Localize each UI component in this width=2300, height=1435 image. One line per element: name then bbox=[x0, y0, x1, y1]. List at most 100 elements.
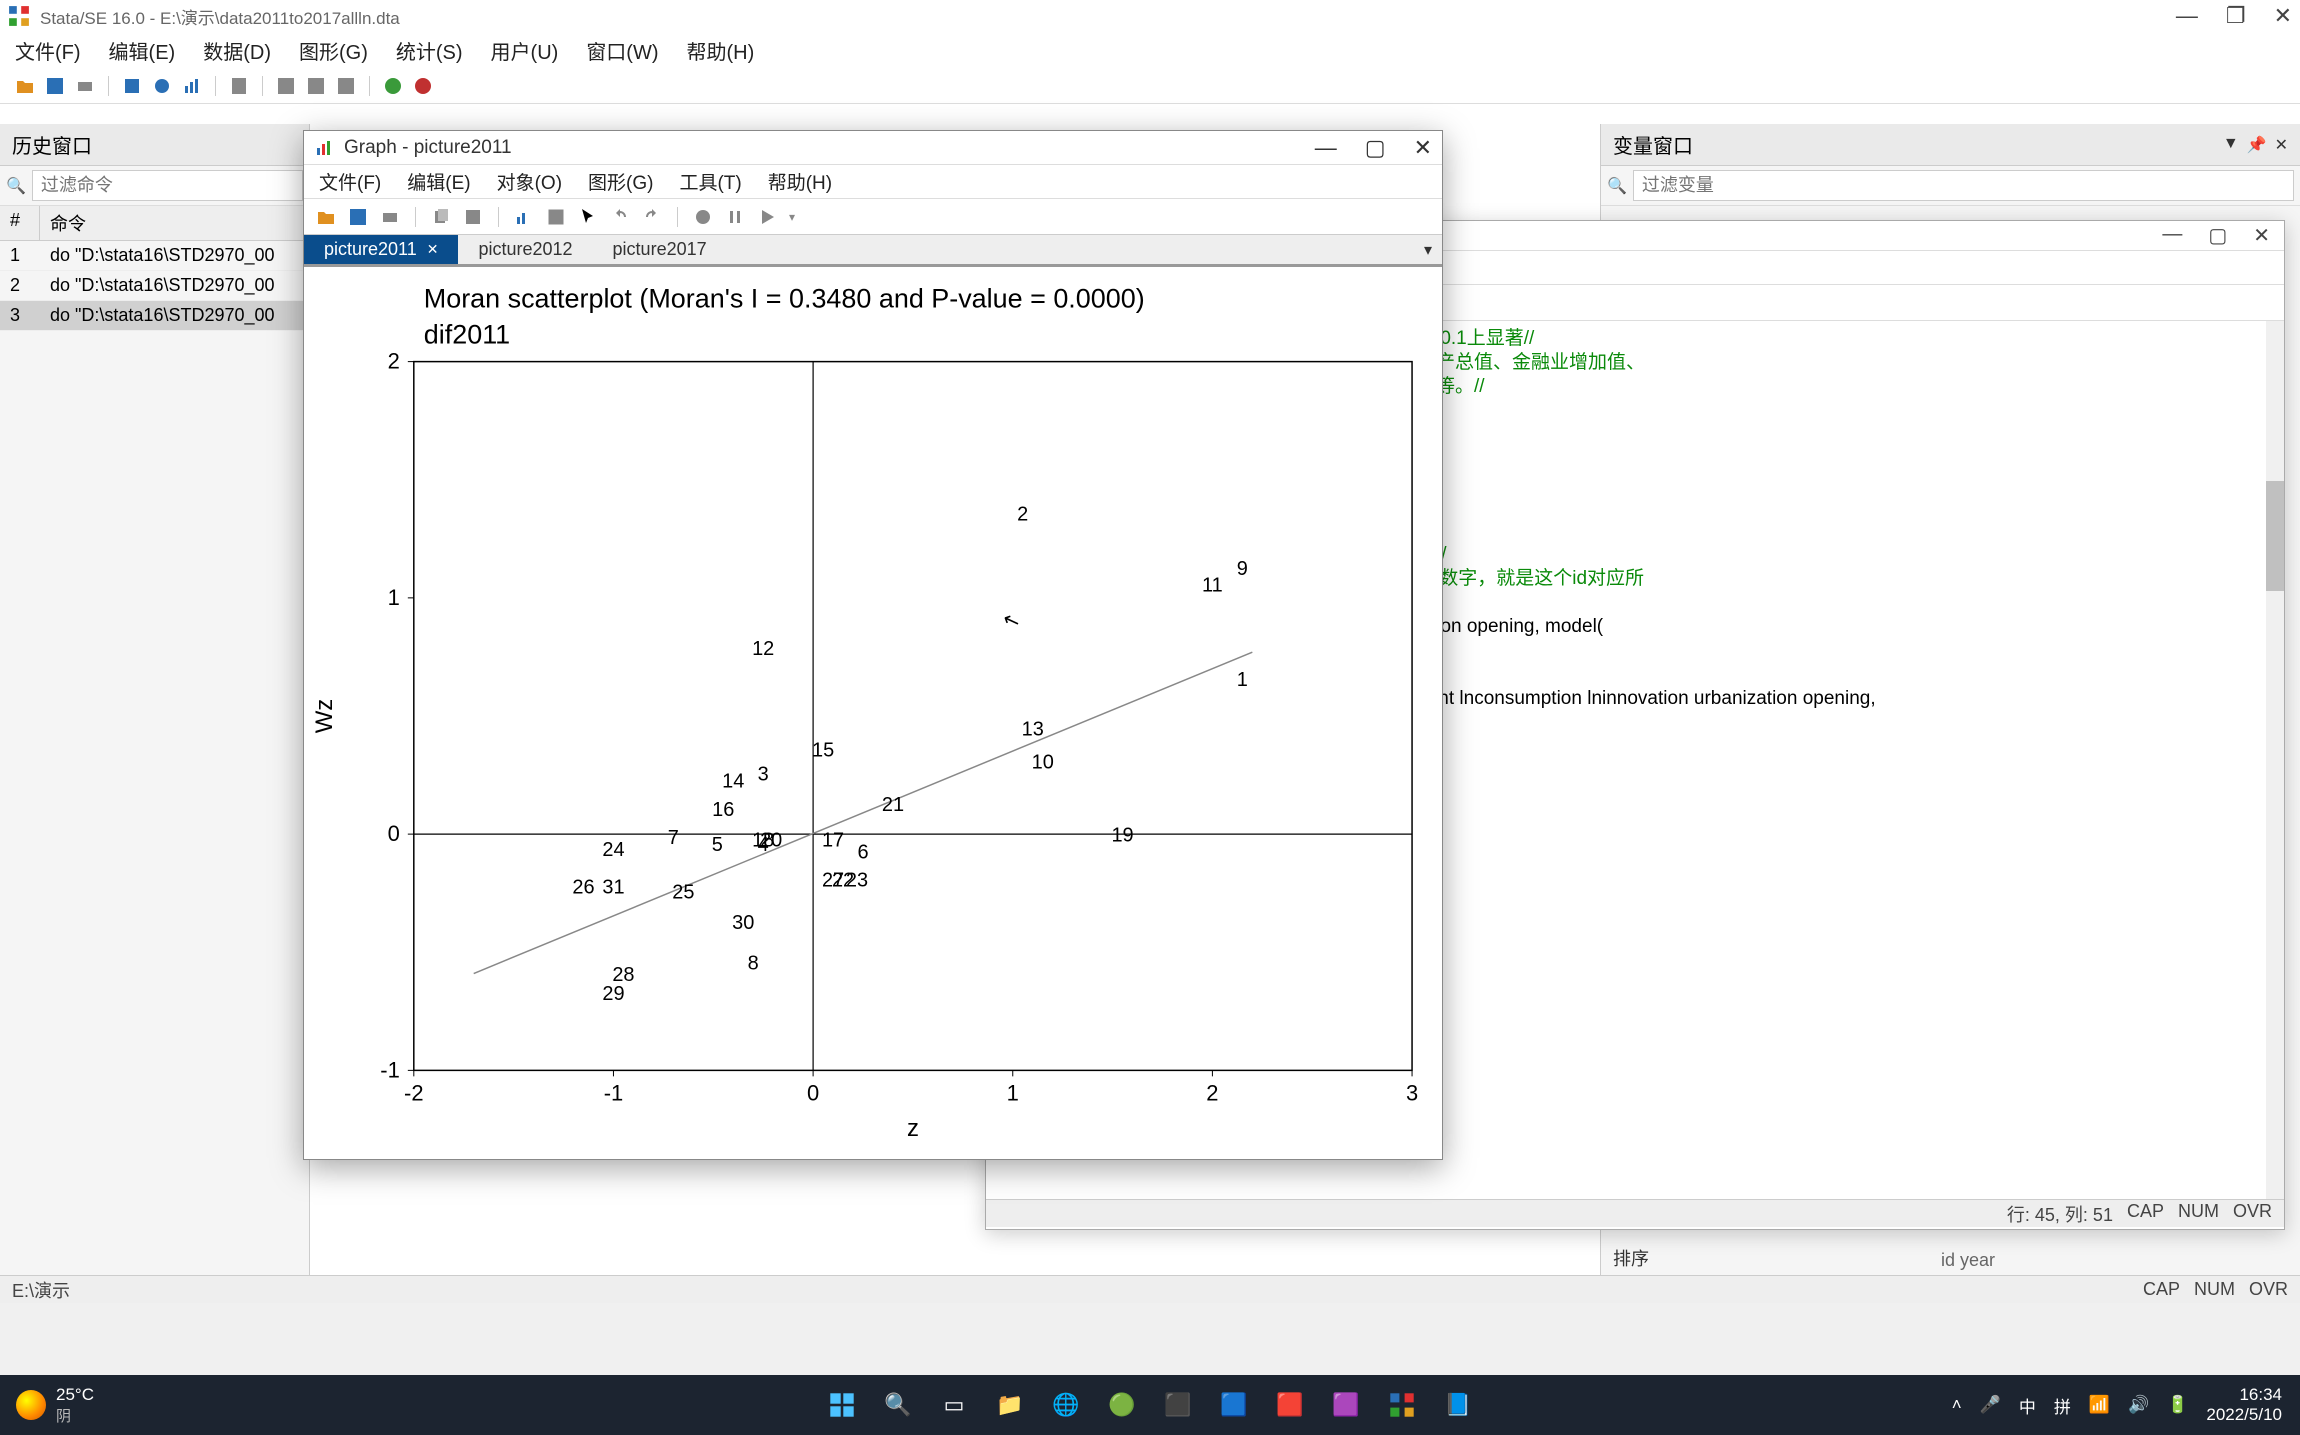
fit-line bbox=[474, 652, 1253, 973]
tray-battery-icon[interactable]: 🔋 bbox=[2167, 1395, 2188, 1415]
task-view-button[interactable]: ▭ bbox=[933, 1384, 975, 1426]
close-button[interactable]: ✕ bbox=[2274, 3, 2292, 29]
menu-file[interactable]: 文件(F) bbox=[15, 36, 81, 65]
status-ovr: OVR bbox=[2233, 1201, 2272, 1227]
data-editor-icon[interactable] bbox=[276, 76, 296, 96]
stata-taskbar-button[interactable] bbox=[1381, 1384, 1423, 1426]
xtick-label: 2 bbox=[1206, 1080, 1218, 1105]
pause-icon[interactable] bbox=[725, 207, 745, 227]
pointer-icon[interactable] bbox=[578, 207, 598, 227]
tabs-dropdown-icon[interactable]: ▾ bbox=[1414, 235, 1442, 264]
variables-manager-icon[interactable] bbox=[336, 76, 356, 96]
log-icon[interactable] bbox=[122, 76, 142, 96]
history-row[interactable]: 3do "D:\stata16\STD2970_00 bbox=[0, 301, 309, 331]
maximize-button[interactable]: ▢ bbox=[2208, 223, 2227, 248]
redo-icon[interactable] bbox=[642, 207, 662, 227]
dofile-scrollbar[interactable] bbox=[2266, 321, 2284, 1199]
tray-network-icon[interactable]: 📶 bbox=[2089, 1395, 2110, 1415]
rename-icon[interactable] bbox=[463, 207, 483, 227]
stata-titlebar[interactable]: Stata/SE 16.0 - E:\演示\data2011to2017alll… bbox=[0, 0, 2300, 32]
tab-picture2012[interactable]: picture2012 bbox=[458, 235, 592, 264]
search-icon: 🔍 bbox=[1607, 176, 1627, 196]
menu-window[interactable]: 窗口(W) bbox=[586, 36, 658, 65]
print-icon[interactable] bbox=[380, 207, 400, 227]
close-button[interactable]: ✕ bbox=[1414, 135, 1432, 161]
pin-icon[interactable]: 📌 bbox=[2247, 135, 2267, 155]
history-row[interactable]: 1do "D:\stata16\STD2970_00 bbox=[0, 241, 309, 271]
menu-help[interactable]: 帮助(H) bbox=[687, 36, 755, 65]
play-icon[interactable] bbox=[757, 207, 777, 227]
app-button-3[interactable]: 🟦 bbox=[1213, 1384, 1255, 1426]
data-point-label: 25 bbox=[672, 881, 694, 903]
app-button-1[interactable]: 🟢 bbox=[1101, 1384, 1143, 1426]
xtick-label: 3 bbox=[1406, 1080, 1418, 1105]
copy-icon[interactable] bbox=[431, 207, 451, 227]
menu-graphics[interactable]: 图形(G) bbox=[588, 168, 653, 195]
undo-icon[interactable] bbox=[610, 207, 630, 227]
history-row[interactable]: 2do "D:\stata16\STD2970_00 bbox=[0, 271, 309, 301]
close-pane-icon[interactable]: ✕ bbox=[2275, 135, 2288, 155]
minimize-button[interactable]: ― bbox=[2176, 3, 2198, 29]
save-icon[interactable] bbox=[45, 76, 65, 96]
menu-tools[interactable]: 工具(T) bbox=[679, 168, 741, 195]
menu-edit[interactable]: 编辑(E) bbox=[109, 36, 176, 65]
do-editor-icon[interactable] bbox=[229, 76, 249, 96]
graph-titlebar[interactable]: Graph - picture2011 ― ▢ ✕ bbox=[304, 131, 1442, 165]
data-point-label: 14 bbox=[722, 770, 744, 792]
history-filter-input[interactable] bbox=[32, 170, 303, 201]
history-col-num[interactable]: # bbox=[0, 206, 40, 240]
close-tab-icon[interactable]: ✕ bbox=[427, 241, 439, 258]
app-button-6[interactable]: 📘 bbox=[1437, 1384, 1479, 1426]
clock[interactable]: 16:34 2022/5/10 bbox=[2206, 1385, 2282, 1425]
graph-icon[interactable] bbox=[182, 76, 202, 96]
close-button[interactable]: ✕ bbox=[2253, 223, 2270, 248]
history-col-cmd[interactable]: 命令 bbox=[40, 206, 309, 240]
menu-user[interactable]: 用户(U) bbox=[491, 36, 559, 65]
tray-mic-icon[interactable]: 🎤 bbox=[1980, 1395, 2001, 1415]
print-icon[interactable] bbox=[75, 76, 95, 96]
data-browser-icon[interactable] bbox=[306, 76, 326, 96]
app-button-4[interactable]: 🟥 bbox=[1269, 1384, 1311, 1426]
weather-desc: 阴 bbox=[56, 1405, 94, 1426]
maximize-button[interactable]: ▢ bbox=[1365, 135, 1386, 161]
edge-button[interactable]: 🌐 bbox=[1045, 1384, 1087, 1426]
minimize-button[interactable]: ― bbox=[2162, 223, 2182, 248]
open-icon[interactable] bbox=[316, 207, 336, 227]
explorer-button[interactable]: 📁 bbox=[989, 1384, 1031, 1426]
grid-icon[interactable] bbox=[546, 207, 566, 227]
menu-edit[interactable]: 编辑(E) bbox=[407, 168, 470, 195]
record-icon[interactable] bbox=[693, 207, 713, 227]
open-icon[interactable] bbox=[15, 76, 35, 96]
search-button[interactable]: 🔍 bbox=[877, 1384, 919, 1426]
menu-stats[interactable]: 统计(S) bbox=[396, 36, 463, 65]
ime-lang[interactable]: 中 bbox=[2019, 1393, 2036, 1418]
app-button-2[interactable]: ⬛ bbox=[1157, 1384, 1199, 1426]
tray-volume-icon[interactable]: 🔊 bbox=[2128, 1395, 2149, 1415]
more-icon[interactable] bbox=[383, 76, 403, 96]
dofile-statusbar: 行: 45, 列: 51 CAP NUM OVR bbox=[986, 1199, 2284, 1227]
tab-picture2017[interactable]: picture2017 bbox=[593, 235, 727, 264]
start-button[interactable] bbox=[821, 1384, 863, 1426]
ime-method[interactable]: 拼 bbox=[2054, 1393, 2071, 1418]
maximize-button[interactable]: ❐ bbox=[2226, 3, 2246, 29]
menu-object[interactable]: 对象(O) bbox=[497, 168, 562, 195]
dropdown-icon[interactable]: ▾ bbox=[789, 210, 795, 224]
menu-help[interactable]: 帮助(H) bbox=[768, 168, 832, 195]
minimize-button[interactable]: ― bbox=[1315, 135, 1337, 161]
status-num: NUM bbox=[2178, 1201, 2219, 1227]
app-button-5[interactable]: 🟪 bbox=[1325, 1384, 1367, 1426]
viewer-icon[interactable] bbox=[152, 76, 172, 96]
weather-widget[interactable]: 25°C 阴 bbox=[0, 1385, 110, 1426]
filter-icon[interactable]: ▼ bbox=[2223, 135, 2239, 155]
break-icon[interactable] bbox=[413, 76, 433, 96]
scrollbar-thumb[interactable] bbox=[2266, 481, 2284, 591]
graph-app-icon bbox=[314, 138, 334, 158]
menu-file[interactable]: 文件(F) bbox=[319, 168, 381, 195]
tray-chevron-icon[interactable]: ˄ bbox=[1952, 1395, 1962, 1415]
menu-data[interactable]: 数据(D) bbox=[203, 36, 271, 65]
edit-graph-icon[interactable] bbox=[514, 207, 534, 227]
menu-graphics[interactable]: 图形(G) bbox=[299, 36, 368, 65]
tab-picture2011[interactable]: picture2011 ✕ bbox=[304, 235, 458, 264]
save-icon[interactable] bbox=[348, 207, 368, 227]
variables-filter-input[interactable] bbox=[1633, 170, 2294, 201]
